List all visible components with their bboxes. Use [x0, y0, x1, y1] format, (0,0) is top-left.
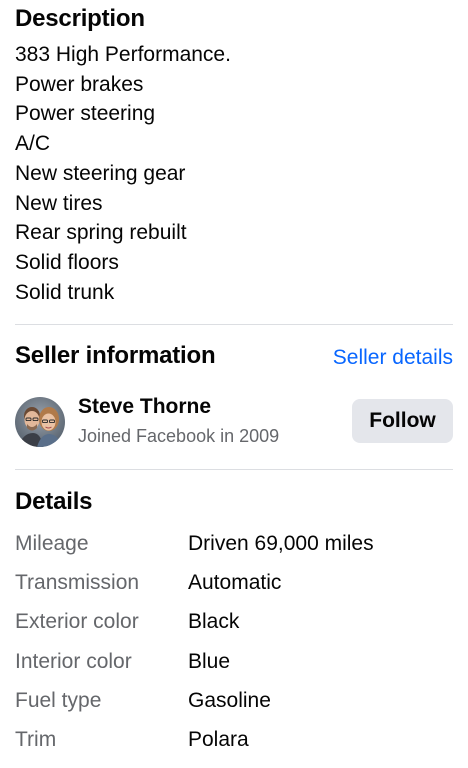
- description-line: A/C: [15, 132, 51, 156]
- seller-name[interactable]: Steve Thorne: [78, 395, 211, 419]
- seller-joined-text: Joined Facebook in 2009: [78, 426, 280, 446]
- seller-avatar[interactable]: [15, 397, 65, 447]
- description-line: Power steering: [15, 102, 156, 126]
- seller-information-heading: Seller information: [15, 342, 216, 369]
- detail-row-exterior-color: Exterior color Black: [15, 606, 453, 645]
- description-line: Solid floors: [15, 250, 119, 274]
- divider: [15, 469, 453, 470]
- detail-label: Transmission: [15, 571, 140, 595]
- description-line: New tires: [15, 191, 103, 215]
- description-text: 383 High Performance. Power brakes Power…: [15, 40, 231, 307]
- avatar-photo: [15, 397, 65, 447]
- description-line: Rear spring rebuilt: [15, 221, 187, 245]
- detail-value: Polara: [188, 727, 249, 751]
- follow-button[interactable]: Follow: [352, 399, 453, 443]
- detail-row-mileage: Mileage Driven 69,000 miles: [15, 528, 453, 567]
- detail-row-trim: Trim Polara: [15, 724, 453, 763]
- detail-label: Trim: [15, 727, 57, 751]
- description-line: 383 High Performance.: [15, 43, 231, 66]
- detail-row-fuel-type: Fuel type Gasoline: [15, 685, 453, 724]
- detail-label: Exterior color: [15, 610, 139, 634]
- detail-label: Interior color: [15, 649, 132, 673]
- description-line: Solid trunk: [15, 280, 115, 304]
- detail-row-interior-color: Interior color Blue: [15, 646, 453, 685]
- description-line: New steering gear: [15, 161, 186, 185]
- description-heading: Description: [15, 5, 145, 32]
- detail-label: Fuel type: [15, 688, 102, 712]
- detail-label: Mileage: [15, 532, 89, 555]
- detail-value: Black: [188, 610, 240, 634]
- listing-page: Description 383 High Performance. Power …: [0, 0, 468, 768]
- detail-row-transmission: Transmission Automatic: [15, 567, 453, 606]
- detail-value: Blue: [188, 649, 231, 673]
- details-table: Mileage Driven 69,000 miles Transmission…: [15, 528, 453, 763]
- detail-value: Driven 69,000 miles: [188, 532, 374, 555]
- detail-value: Gasoline: [188, 688, 271, 712]
- description-line: Power brakes: [15, 72, 144, 96]
- details-heading: Details: [15, 488, 93, 515]
- detail-value: Automatic: [188, 571, 282, 595]
- seller-details-link[interactable]: Seller details: [333, 346, 453, 370]
- divider: [15, 324, 453, 325]
